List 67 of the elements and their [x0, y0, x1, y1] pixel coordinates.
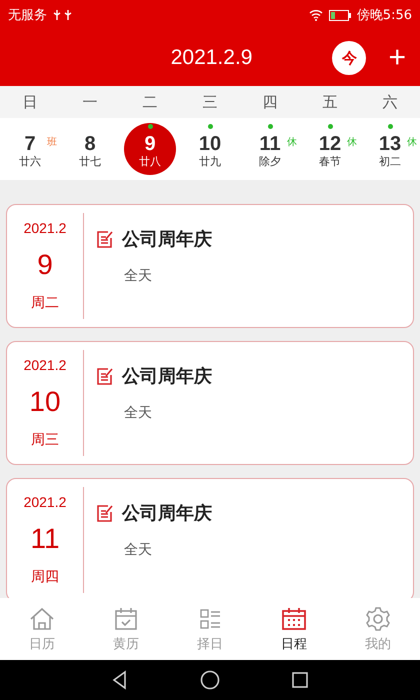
weekday-label: 一	[82, 92, 98, 113]
note-icon	[96, 504, 114, 522]
event-month: 2021.2	[24, 356, 66, 373]
event-weekday: 周三	[31, 431, 59, 450]
lunar-date: 廿七	[79, 155, 101, 169]
weekday-label: 五	[322, 92, 338, 113]
holiday-label: 班	[47, 136, 57, 149]
event-day: 10	[29, 386, 61, 418]
weekday-label: 二	[142, 92, 158, 113]
selected-day[interactable]: 9 廿八	[124, 123, 176, 175]
event-month: 2021.2	[24, 494, 66, 510]
calendar-day[interactable]: 10 廿九	[184, 123, 236, 175]
event-day: 11	[30, 522, 60, 555]
home-icon	[29, 606, 55, 632]
event-title: 公司周年庆	[122, 228, 212, 251]
note-icon	[96, 230, 114, 248]
event-card[interactable]: 2021.2 9 周二 公司周年庆 全天	[6, 204, 414, 328]
event-weekday: 周四	[31, 568, 59, 586]
event-title: 公司周年庆	[122, 502, 212, 525]
add-button[interactable]: +	[388, 43, 406, 73]
weekday-label: 三	[202, 92, 218, 113]
calendar-day[interactable]: 7 廿六 班	[4, 123, 56, 175]
clock-text: 傍晚5:56	[356, 7, 412, 24]
event-weekday: 周二	[31, 294, 59, 312]
lunar-date: 除夕	[259, 155, 281, 169]
today-button[interactable]: 今	[332, 41, 366, 75]
home-circle-icon[interactable]	[200, 670, 220, 690]
event-time: 全天	[124, 404, 153, 422]
note-icon	[96, 367, 114, 385]
calendar-icon	[281, 606, 307, 632]
event-title: 公司周年庆	[122, 365, 212, 388]
holiday-label: 休	[347, 136, 357, 149]
day-number: 9	[144, 133, 156, 155]
calendar-day[interactable]: 8 廿七	[64, 123, 116, 175]
day-number: 12	[318, 133, 342, 155]
recents-icon[interactable]	[290, 670, 310, 690]
calendar-day[interactable]: 13 初二 休	[364, 123, 416, 175]
calendar-check-icon	[113, 606, 139, 632]
holiday-label: 休	[407, 136, 417, 149]
weekday-label: 四	[262, 92, 278, 113]
event-time: 全天	[124, 267, 153, 285]
day-number: 10	[198, 133, 222, 155]
day-number: 11	[259, 133, 281, 155]
event-day: 9	[37, 248, 53, 281]
lunar-date: 初二	[379, 155, 401, 169]
holiday-label: 休	[287, 136, 297, 149]
calendar-day[interactable]: 12 春节 休	[304, 123, 356, 175]
lunar-date: 廿八	[139, 155, 161, 169]
lunar-date: 春节	[319, 155, 341, 169]
calendar-day[interactable]: 11 除夕 休	[244, 123, 296, 175]
lunar-date: 廿九	[199, 155, 221, 169]
event-card[interactable]: 2021.2 11 周四 公司周年庆 全天	[6, 478, 414, 598]
event-month: 2021.2	[24, 220, 66, 236]
day-number: 8	[84, 133, 96, 155]
settings-icon	[365, 606, 391, 632]
day-number: 13	[378, 133, 402, 155]
battery-icon	[328, 10, 351, 20]
event-card[interactable]: 2021.2 10 周三 公司周年庆 全天	[6, 341, 414, 465]
day-number: 7	[24, 133, 36, 155]
tab[interactable]: 日程	[252, 598, 336, 660]
wifi-icon	[308, 9, 323, 21]
date-title: 2021.2.9	[170, 46, 252, 70]
weekday-label: 日	[22, 92, 38, 113]
event-time: 全天	[124, 541, 153, 559]
weekday-label: 六	[382, 92, 398, 113]
carrier-text: 无服务	[8, 7, 47, 24]
lunar-date: 廿六	[19, 155, 41, 169]
